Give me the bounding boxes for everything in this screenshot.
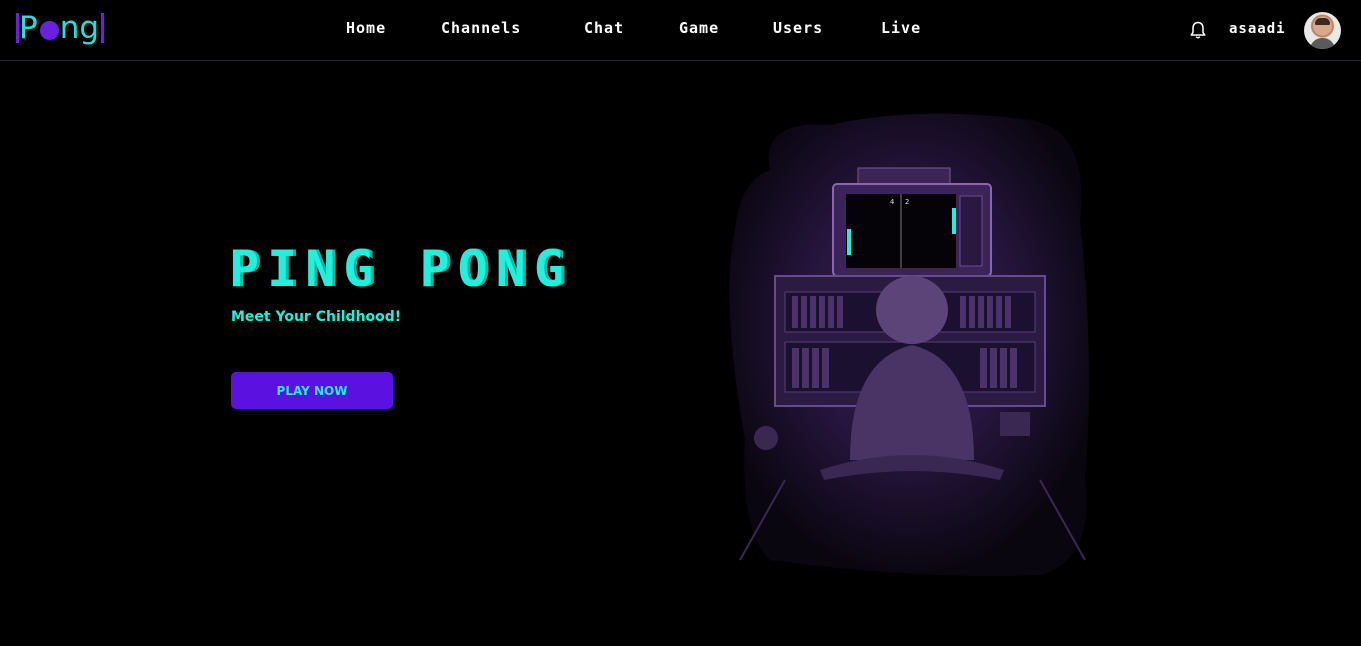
nav-live[interactable]: Live bbox=[881, 19, 921, 37]
nav-chat[interactable]: Chat bbox=[584, 19, 624, 37]
score-left: 4 bbox=[890, 198, 894, 206]
nav-home[interactable]: Home bbox=[346, 19, 386, 37]
avatar-shirt bbox=[1310, 38, 1335, 49]
hero-subtitle: Meet Your Childhood! bbox=[231, 309, 402, 325]
hero-title: PING PONG bbox=[229, 240, 572, 298]
top-navigation-bar: P ng Home Channels Chat Game Users Live … bbox=[0, 0, 1361, 61]
bell-icon[interactable] bbox=[1188, 20, 1208, 40]
nav-users[interactable]: Users bbox=[773, 19, 823, 37]
avatar-hair bbox=[1315, 18, 1330, 25]
score-right: 2 bbox=[905, 198, 909, 206]
retro-gamer-illustration: 4 2 bbox=[729, 113, 1089, 577]
main-nav: Home Channels Chat Game Users Live bbox=[0, 19, 1361, 41]
username[interactable]: asaadi bbox=[1229, 21, 1286, 37]
nav-game[interactable]: Game bbox=[679, 19, 719, 37]
nav-channels[interactable]: Channels bbox=[441, 19, 521, 37]
play-now-button[interactable]: PLAY NOW bbox=[231, 372, 393, 409]
avatar[interactable] bbox=[1304, 12, 1341, 49]
